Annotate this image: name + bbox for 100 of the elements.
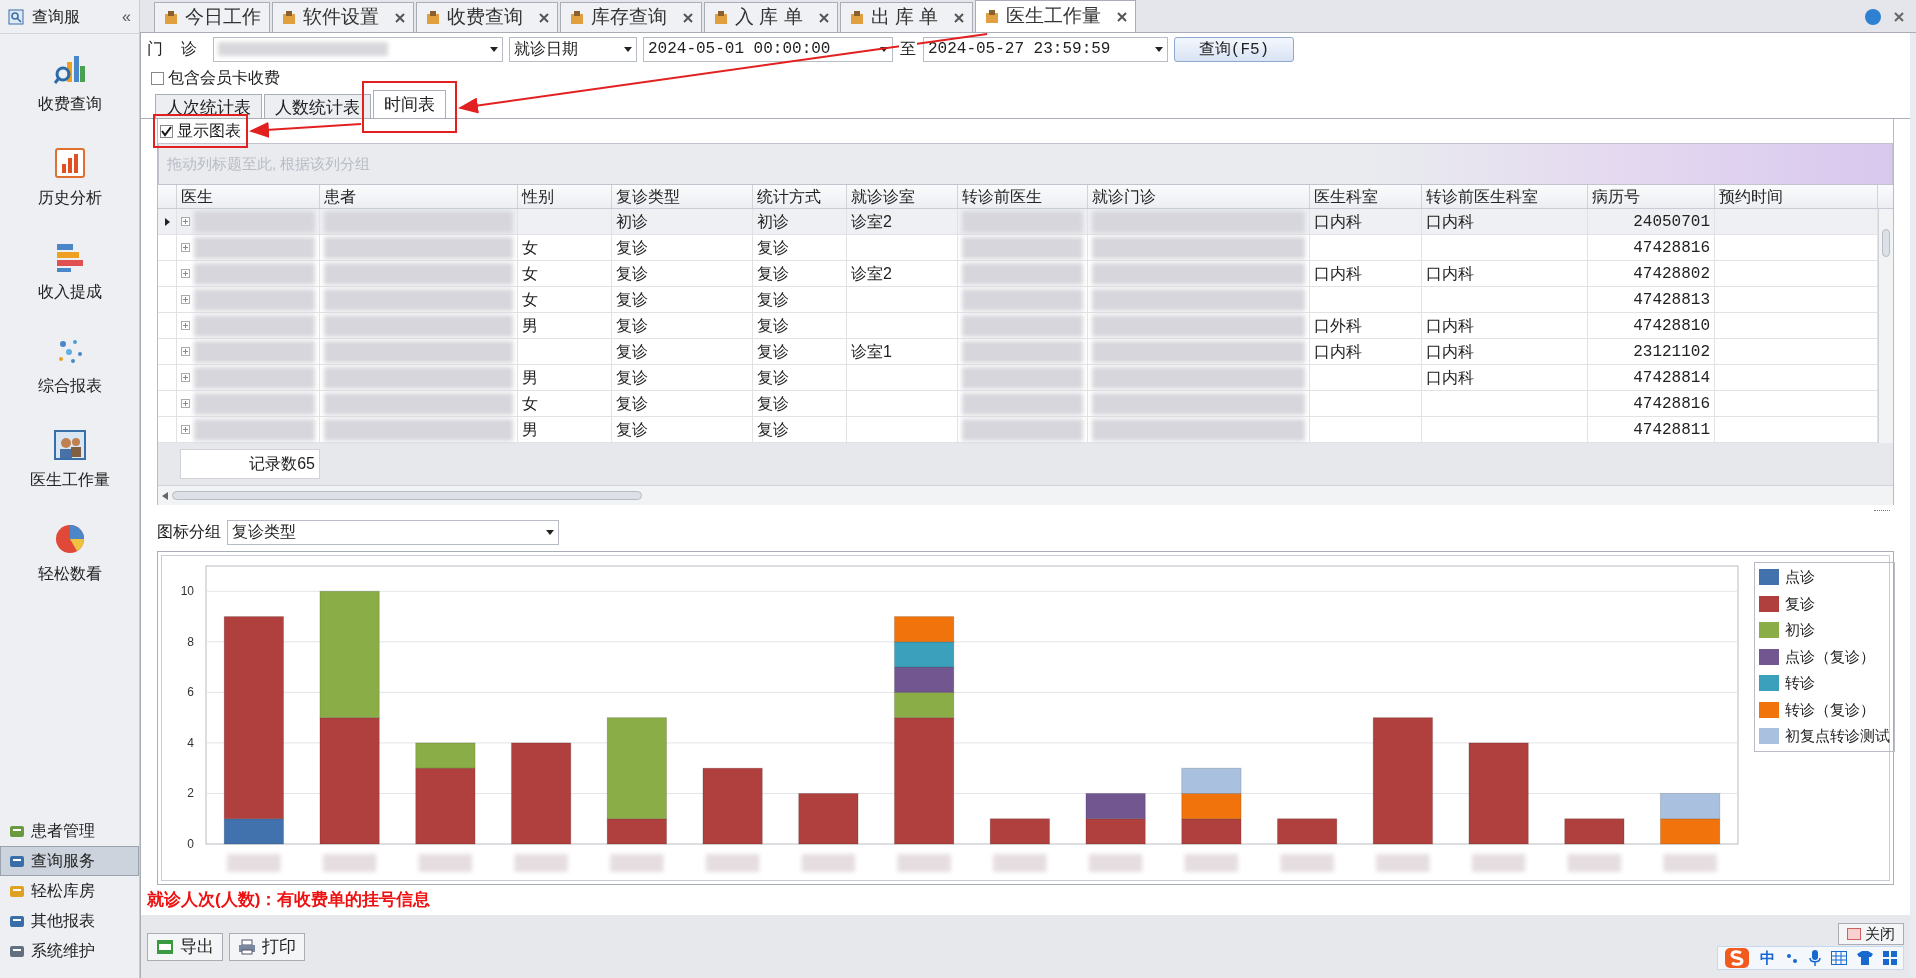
nav-item[interactable]: 系统维护 xyxy=(0,936,139,966)
table-row[interactable]: 男 复诊 复诊 口内科 47428814 xyxy=(158,365,1878,391)
tab[interactable]: 医生工作量 xyxy=(975,0,1137,32)
column-header[interactable]: 病历号 xyxy=(1588,185,1715,208)
redacted-label xyxy=(610,854,664,872)
column-header[interactable]: 就诊诊室 xyxy=(847,185,958,208)
table-cell-text: 复诊 xyxy=(757,237,789,258)
table-cell-text: 47428813 xyxy=(1633,289,1710,311)
sidebar-item[interactable]: 历史分析 xyxy=(37,146,102,210)
table-row[interactable]: 男 复诊 复诊 口外科 口内科 47428810 xyxy=(158,313,1878,339)
tab-icon xyxy=(425,9,441,26)
collapse-button[interactable]: « xyxy=(122,4,131,29)
bar-segment xyxy=(989,818,1051,845)
tab[interactable]: 出 库 单 xyxy=(839,2,974,32)
column-header[interactable]: 统计方式 xyxy=(753,185,847,208)
column-header[interactable]: 转诊前医生 xyxy=(958,185,1088,208)
toolbar-button[interactable]: 打印 xyxy=(229,932,305,961)
tab[interactable]: 软件设置 xyxy=(272,2,414,32)
expand-icon xyxy=(181,217,190,226)
redacted-label xyxy=(993,854,1047,872)
spreadsheet-icon xyxy=(156,938,174,955)
sidebar-title: 查询服 xyxy=(32,6,81,27)
bar-segment xyxy=(1085,818,1146,845)
axis-label: 10 xyxy=(180,584,194,599)
record-count: 记录数65 xyxy=(180,449,320,479)
sidebar-item[interactable]: 医生工作量 xyxy=(29,428,110,492)
tab[interactable]: 收费查询 xyxy=(416,2,558,32)
sidebar-item[interactable]: 综合报表 xyxy=(37,334,102,398)
nav-item[interactable]: 轻松库房 xyxy=(0,876,139,906)
show-chart-option[interactable]: 显示图表 xyxy=(160,119,241,143)
tab-icon xyxy=(281,9,297,26)
checkbox[interactable] xyxy=(151,71,164,85)
shirt-icon xyxy=(1857,951,1873,965)
column-header[interactable]: 医生科室 xyxy=(1310,185,1422,208)
table-cell-text: 初诊 xyxy=(616,211,648,232)
table-row[interactable]: 女 复诊 复诊 47428816 xyxy=(158,235,1878,261)
expand-icon xyxy=(181,295,190,304)
redacted-label xyxy=(801,854,856,872)
table-cell-text: 24050701 xyxy=(1633,211,1710,233)
column-header[interactable]: 就诊门诊 xyxy=(1088,185,1310,208)
expand-icon xyxy=(181,321,190,330)
axis-label: 8 xyxy=(187,634,194,649)
sidebar-item[interactable]: 轻松数看 xyxy=(37,522,102,586)
chart-group-dropdown[interactable]: 复诊类型 xyxy=(227,519,559,545)
nav-item[interactable]: 患者管理 xyxy=(0,816,139,846)
column-header[interactable]: 复诊类型 xyxy=(612,185,753,208)
member-card-option[interactable]: 包含会员卡收费 xyxy=(151,66,280,90)
table-cell-text: 男 xyxy=(522,367,538,388)
nav-item[interactable]: 其他报表 xyxy=(0,906,139,936)
sidebar-item[interactable]: 收费查询 xyxy=(37,52,102,116)
splitter-grip[interactable] xyxy=(1874,509,1890,513)
tab[interactable]: 入 库 单 xyxy=(704,2,838,32)
sidebar-item[interactable]: 收入提成 xyxy=(37,240,102,304)
bar-segment xyxy=(1659,818,1721,845)
table-row[interactable]: 女 复诊 复诊 诊室2 口内科 口内科 47428802 xyxy=(158,261,1878,287)
table-row[interactable]: 女 复诊 复诊 47428813 xyxy=(158,287,1878,313)
bar-segment xyxy=(1181,767,1242,794)
query-button[interactable]: 查询(F5) xyxy=(1174,36,1294,62)
table-cell-text: 复诊 xyxy=(616,419,648,440)
scroll-left-icon[interactable] xyxy=(162,491,168,500)
table-row[interactable]: 复诊 复诊 诊室1 口内科 口内科 23121102 xyxy=(158,339,1878,365)
horizontal-scrollbar[interactable] xyxy=(158,485,1893,505)
redacted-label xyxy=(1184,854,1239,872)
start-date-field[interactable]: 2024-05-01 00:00:00 xyxy=(643,36,893,62)
column-header[interactable]: 患者 xyxy=(320,185,518,208)
end-date-field[interactable]: 2024-05-27 23:59:59 xyxy=(923,36,1168,62)
column-header[interactable]: 预约时间 xyxy=(1715,185,1878,208)
redacted-label xyxy=(322,854,377,872)
bar-segment xyxy=(1659,792,1721,820)
table-cell-text: 复诊 xyxy=(757,419,789,440)
help-icon xyxy=(1864,8,1882,26)
close-button[interactable]: 关闭 xyxy=(1838,923,1904,945)
clinic-dropdown[interactable] xyxy=(213,36,503,62)
table-row[interactable]: 女 复诊 复诊 47428816 xyxy=(158,391,1878,417)
redacted-label xyxy=(1567,854,1622,872)
column-header[interactable]: 性别 xyxy=(518,185,612,208)
checkbox[interactable] xyxy=(160,124,173,138)
table-cell-text: 47428816 xyxy=(1633,237,1710,259)
printer-icon xyxy=(238,938,256,955)
redacted-label xyxy=(1088,854,1143,872)
date-type-dropdown[interactable]: 就诊日期 xyxy=(509,36,637,62)
tab[interactable]: 今日工作 xyxy=(154,2,270,32)
vertical-scrollbar[interactable] xyxy=(1878,209,1893,443)
tab[interactable]: 时间表 xyxy=(373,90,446,118)
note-text: 就诊人次(人数)：有收费单的挂号信息 xyxy=(147,889,431,912)
column-header[interactable]: 医生 xyxy=(177,185,320,208)
table-cell-text: 复诊 xyxy=(757,393,789,414)
column-header[interactable]: 转诊前医生科室 xyxy=(1422,185,1588,208)
table-cell-text: 复诊 xyxy=(616,263,648,284)
tab[interactable]: 人数统计表 xyxy=(264,94,371,118)
table-row[interactable]: 男 复诊 复诊 47428811 xyxy=(158,417,1878,443)
toolbar-button[interactable]: 导出 xyxy=(147,932,223,961)
table-row[interactable]: 初诊 初诊 诊室2 口内科 口内科 24050701 xyxy=(158,209,1878,235)
table-cell-text: 复诊 xyxy=(616,367,648,388)
tab[interactable]: 库存查询 xyxy=(560,2,702,32)
caret-icon xyxy=(1155,46,1163,52)
table-cell-text: 口内科 xyxy=(1314,211,1362,232)
nav-item[interactable]: 查询服务 xyxy=(0,846,139,876)
table-cell-text: 复诊 xyxy=(757,367,789,388)
ime-mode-label[interactable]: 中 xyxy=(1760,946,1775,970)
